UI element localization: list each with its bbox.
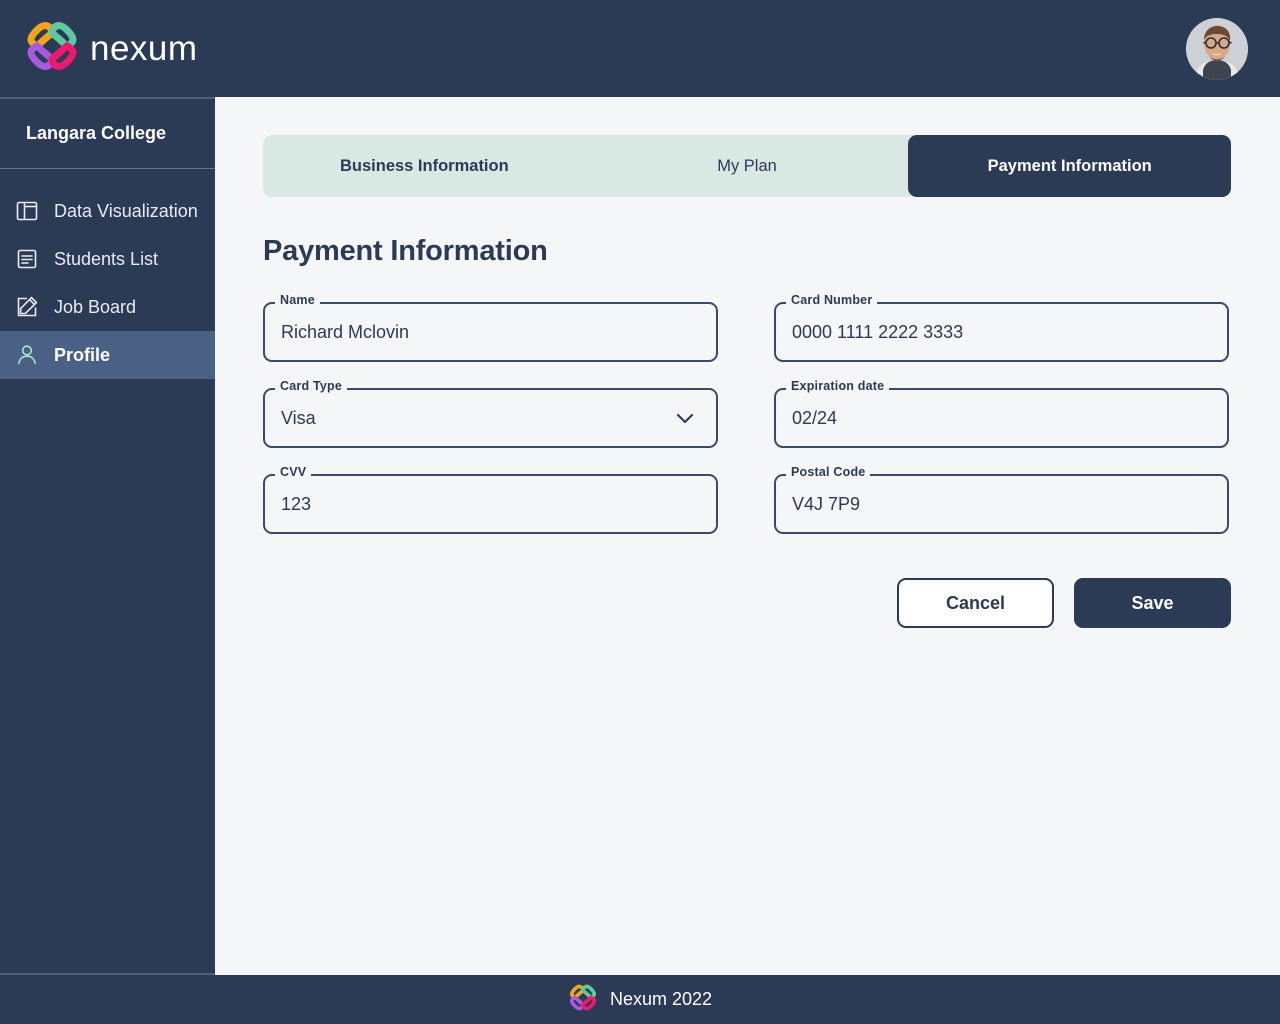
sidebar-item-data-visualization[interactable]: Data Visualization [0, 187, 215, 235]
org-block: Langara College [0, 99, 215, 169]
cvv-field[interactable]: CVV 123 [263, 465, 718, 534]
tab-my-plan[interactable]: My Plan [586, 135, 909, 197]
org-name: Langara College [26, 123, 167, 143]
card-type-field-value: Visa [281, 408, 316, 428]
document-lines-icon [14, 246, 40, 272]
sidebar-item-label: Data Visualization [54, 200, 198, 221]
name-field-label: Name [275, 293, 320, 307]
cvv-field-value: 123 [281, 494, 312, 514]
card-number-field[interactable]: Card Number 0000 1111 2222 3333 [774, 293, 1229, 362]
tabbar: Business Information My Plan Payment Inf… [263, 135, 1232, 197]
avatar[interactable] [1186, 17, 1248, 80]
name-field-box[interactable]: Richard Mclovin [263, 302, 718, 362]
save-button[interactable]: Save [1074, 578, 1231, 628]
postal-code-field-box[interactable]: V4J 7P9 [774, 474, 1229, 534]
tab-business-information[interactable]: Business Information [263, 135, 586, 197]
name-field[interactable]: Name Richard Mclovin [263, 293, 718, 362]
expiration-date-field-box[interactable]: 02/24 [774, 388, 1229, 448]
card-type-field-label: Card Type [275, 379, 347, 393]
sidebar-item-students-list[interactable]: Students List [0, 235, 215, 283]
card-type-field-box[interactable]: Visa [263, 388, 718, 448]
page-title: Payment Information [263, 235, 548, 267]
sidebar: Langara College Data Visualization Stude… [0, 97, 215, 975]
payment-form: Name Richard Mclovin Card Number 0000 11… [263, 293, 1231, 534]
postal-code-field-value: V4J 7P9 [792, 494, 861, 514]
brand[interactable]: nexum [24, 21, 198, 76]
cvv-field-label: CVV [275, 465, 312, 479]
postal-code-field-label: Postal Code [786, 465, 871, 479]
card-type-field[interactable]: Card Type Visa [263, 379, 718, 448]
footer-text: Nexum 2022 [609, 989, 713, 1009]
pencil-square-icon [14, 294, 40, 320]
expiration-date-field[interactable]: Expiration date 02/24 [774, 379, 1229, 448]
tab-label: Business Information [339, 156, 509, 175]
expiration-date-field-label: Expiration date [786, 379, 890, 393]
sidebar-item-label: Students List [54, 248, 159, 269]
sidebar-item-job-board[interactable]: Job Board [0, 283, 215, 331]
card-number-field-label: Card Number [786, 293, 878, 307]
person-icon [14, 342, 40, 368]
layout-panel-icon [14, 198, 40, 224]
chevron-down-icon[interactable] [672, 405, 698, 431]
form-actions: Cancel Save [263, 578, 1231, 628]
nexum-chain-logo-icon [24, 21, 80, 76]
app-root: nexum Langara College Data Visualization… [0, 0, 1280, 1024]
name-field-value: Richard Mclovin [281, 322, 410, 342]
sidebar-item-label: Profile [54, 344, 111, 365]
nexum-chain-logo-icon [568, 984, 598, 1016]
app-footer: Nexum 2022 [0, 975, 1280, 1024]
expiration-date-field-value: 02/24 [792, 408, 838, 428]
tab-label: My Plan [717, 156, 777, 175]
brand-name: nexum [90, 28, 198, 68]
sidebar-item-profile[interactable]: Profile [0, 331, 215, 379]
main-content: Business Information My Plan Payment Inf… [215, 97, 1280, 975]
app-header: nexum [0, 0, 1280, 97]
card-number-field-value: 0000 1111 2222 3333 [792, 322, 964, 342]
postal-code-field[interactable]: Postal Code V4J 7P9 [774, 465, 1229, 534]
sidebar-item-label: Job Board [54, 296, 137, 317]
card-number-field-box[interactable]: 0000 1111 2222 3333 [774, 302, 1229, 362]
cancel-button[interactable]: Cancel [897, 578, 1054, 628]
tab-payment-information[interactable]: Payment Information [908, 135, 1232, 197]
cvv-field-box[interactable]: 123 [263, 474, 718, 534]
tab-label: Payment Information [987, 156, 1152, 175]
sidebar-nav: Data Visualization Students List Job Boa… [0, 169, 215, 379]
